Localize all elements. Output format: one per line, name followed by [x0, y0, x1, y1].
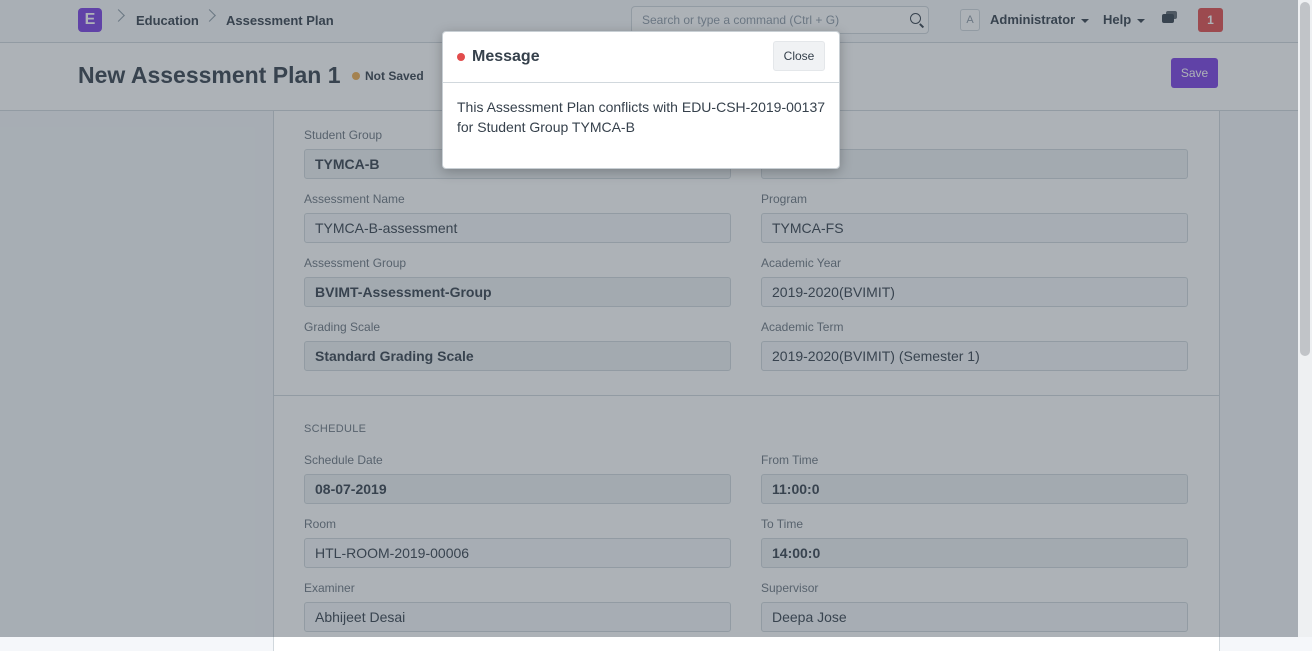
- close-button[interactable]: Close: [773, 41, 825, 71]
- dialog-message: This Assessment Plan conflicts with EDU-…: [457, 99, 826, 135]
- dialog-header: Message Close: [443, 32, 839, 83]
- alert-dot-icon: [457, 53, 465, 61]
- dialog-title: Message: [472, 48, 540, 65]
- scrollbar-thumb[interactable]: [1300, 2, 1310, 356]
- message-dialog: Message Close This Assessment Plan confl…: [442, 31, 840, 169]
